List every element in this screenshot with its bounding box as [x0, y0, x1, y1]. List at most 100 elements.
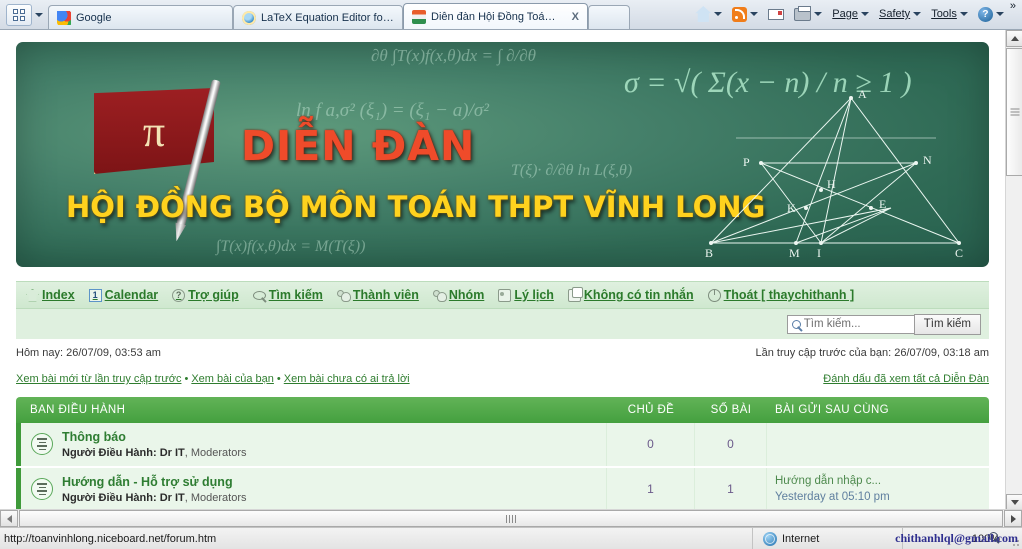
- vertical-scrollbar[interactable]: [1005, 30, 1022, 511]
- forum-table-header: BAN ĐIỀU HÀNH CHỦ ĐỀ SỐ BÀI BÀI GỬI SAU …: [16, 397, 989, 423]
- nav-label: Lý lịch: [514, 288, 554, 302]
- safety-menu-label: Safety: [879, 8, 911, 20]
- search-input[interactable]: Tìm kiếm...: [786, 314, 915, 334]
- page-menu-button[interactable]: Page: [828, 6, 873, 22]
- tools-menu-button[interactable]: Tools: [927, 6, 972, 22]
- favorites-dropdown-button[interactable]: [32, 4, 46, 26]
- forum-name-cell: Thông báo Người Điều Hành: Dr IT, Modera…: [21, 423, 607, 466]
- chevron-down-icon[interactable]: [750, 12, 759, 16]
- search-placeholder: Tìm kiếm...: [803, 318, 861, 330]
- ie-icon: [242, 10, 256, 25]
- profile-icon: [498, 288, 512, 302]
- scroll-grip-icon: [506, 514, 516, 523]
- svg-text:P: P: [743, 155, 750, 169]
- table-row[interactable]: Hướng dẫn - Hỗ trợ sử dụng Người Điều Hà…: [16, 467, 989, 511]
- question-icon: ?: [172, 288, 186, 302]
- last-post-title[interactable]: Hướng dẫn nhập c...: [775, 473, 981, 489]
- moderators-label: Người Điều Hành:: [62, 447, 157, 459]
- globe-icon: [763, 531, 777, 546]
- new-tab-button[interactable]: [588, 5, 630, 29]
- forum-topic-icon: [31, 478, 53, 501]
- moderator-primary[interactable]: Dr IT: [160, 492, 185, 504]
- forum-topic-icon: [31, 433, 53, 456]
- forum-moderators: Người Điều Hành: Dr IT, Moderators: [62, 491, 247, 506]
- link-unanswered-posts[interactable]: Xem bài chưa có ai trả lời: [284, 373, 410, 385]
- favorites-button[interactable]: [6, 4, 32, 26]
- nav-link-index[interactable]: Index: [26, 288, 75, 302]
- nav-link-calendar[interactable]: 1 Calendar: [88, 288, 158, 302]
- link-mark-all-read[interactable]: Đánh dấu đã xem tất cả Diễn Đàn: [823, 373, 989, 385]
- help-icon: ?: [977, 6, 993, 22]
- safety-menu-button[interactable]: Safety: [875, 6, 925, 22]
- moderator-primary[interactable]: Dr IT: [160, 447, 185, 459]
- print-button[interactable]: [790, 5, 826, 23]
- search-icon: [252, 290, 266, 300]
- tab-label: Diễn đàn Hội Đồng Toán ...: [431, 10, 561, 23]
- home-icon: [26, 288, 39, 302]
- chevron-down-icon: [913, 12, 922, 16]
- calendar-icon: 1: [88, 288, 102, 302]
- scroll-right-button[interactable]: [1004, 510, 1022, 527]
- vertical-scroll-thumb[interactable]: [1006, 48, 1022, 176]
- tab-google[interactable]: Google: [48, 5, 233, 29]
- search-row: Tìm kiếm... Tìm kiếm: [16, 309, 989, 339]
- forum-moderators: Người Điều Hành: Dr IT, Moderators: [62, 446, 247, 461]
- scroll-up-button[interactable]: [1006, 30, 1022, 47]
- svg-text:A: A: [858, 87, 867, 101]
- browser-window: Google LaTeX Equation Editor for th... D…: [0, 0, 1022, 549]
- forum-title[interactable]: Thông báo: [62, 430, 126, 444]
- topics-count: 0: [607, 423, 695, 466]
- power-icon: [707, 288, 721, 302]
- zone-label: Internet: [782, 532, 820, 545]
- tab-latex-editor[interactable]: LaTeX Equation Editor for th...: [233, 5, 403, 29]
- home-button[interactable]: [691, 4, 726, 24]
- chevron-down-icon: [35, 13, 43, 17]
- banner-container: ∂θ ∫T(x)f(x,θ)dx = ∫ ∂/∂θ ln f a,σ² (ξ₁)…: [0, 30, 1005, 267]
- moderator-rest: , Moderators: [184, 447, 247, 459]
- banner-title-secondary: HỘI ĐỒNG BỘ MÔN TOÁN THPT VĨNH LONG: [66, 190, 766, 224]
- tab-label: Google: [76, 11, 112, 24]
- nav-link-profile[interactable]: Lý lịch: [498, 288, 554, 302]
- link-new-posts[interactable]: Xem bài mới từ lần truy cập trước: [16, 373, 181, 385]
- zoom-level-control[interactable]: 100% chithanhlql@gmail.com: [895, 527, 1022, 549]
- toolbar-overflow-icon[interactable]: »: [1010, 0, 1016, 12]
- table-row[interactable]: Thông báo Người Điều Hành: Dr IT, Modera…: [16, 423, 989, 468]
- feeds-button[interactable]: [728, 5, 762, 24]
- forum-page: ∂θ ∫T(x)f(x,θ)dx = ∫ ∂/∂θ ln f a,σ² (ξ₁)…: [0, 30, 1005, 511]
- search-button[interactable]: Tìm kiếm: [913, 313, 981, 335]
- browser-chrome: Google LaTeX Equation Editor for th... D…: [0, 0, 1022, 30]
- security-zone[interactable]: Internet: [752, 527, 902, 549]
- link-your-posts[interactable]: Xem bài của bạn: [191, 373, 274, 385]
- horizontal-scroll-thumb[interactable]: [19, 510, 1003, 527]
- chalk-formula: ln f a,σ² (ξ₁) = (ξ₁ − a)/σ²: [296, 100, 489, 121]
- nav-link-groups[interactable]: Nhóm: [432, 288, 485, 302]
- nav-label: Index: [42, 288, 75, 302]
- scroll-left-button[interactable]: [0, 510, 18, 527]
- chevron-down-icon[interactable]: [814, 12, 823, 16]
- nav-link-messages[interactable]: Không có tin nhắn: [567, 286, 694, 302]
- arrow-left-icon: [6, 514, 12, 523]
- groups-icon: [432, 289, 447, 302]
- nav-link-help[interactable]: ? Trợ giúp: [172, 288, 239, 302]
- tab-forum[interactable]: Diễn đàn Hội Đồng Toán ... X: [403, 3, 588, 29]
- chalk-formula: ∂θ ∫T(x)f(x,θ)dx = ∫ ∂/∂θ: [371, 46, 536, 65]
- separator: •: [184, 373, 189, 385]
- nav-label: Nhóm: [448, 288, 485, 302]
- nav-link-members[interactable]: Thành viên: [336, 288, 419, 302]
- rss-icon: [732, 6, 748, 22]
- column-header-last-post: BÀI GỬI SAU CÙNG: [775, 404, 889, 416]
- forum-banner[interactable]: ∂θ ∫T(x)f(x,θ)dx = ∫ ∂/∂θ ln f a,σ² (ξ₁)…: [16, 42, 989, 267]
- nav-link-search[interactable]: Tìm kiếm: [252, 288, 323, 302]
- horizontal-scrollbar[interactable]: [0, 509, 1022, 527]
- forum-title[interactable]: Hướng dẫn - Hỗ trợ sử dụng: [62, 475, 233, 489]
- browser-toolbar: Page Safety Tools ? »: [691, 0, 1022, 29]
- close-icon[interactable]: X: [572, 11, 579, 23]
- help-menu-button[interactable]: ?: [974, 5, 1008, 24]
- moderators-label: Người Điều Hành:: [62, 491, 157, 504]
- chevron-down-icon[interactable]: [714, 12, 723, 16]
- nav-link-logout[interactable]: Thoát [ thaychithanh ]: [707, 288, 854, 302]
- moderator-rest: , Moderators: [184, 491, 247, 504]
- read-mail-button[interactable]: [764, 7, 788, 22]
- forum-name-cell: Hướng dẫn - Hỗ trợ sử dụng Người Điều Hà…: [21, 467, 607, 511]
- last-post-cell: Hướng dẫn nhập c... Yesterday at 05:10 p…: [767, 468, 989, 511]
